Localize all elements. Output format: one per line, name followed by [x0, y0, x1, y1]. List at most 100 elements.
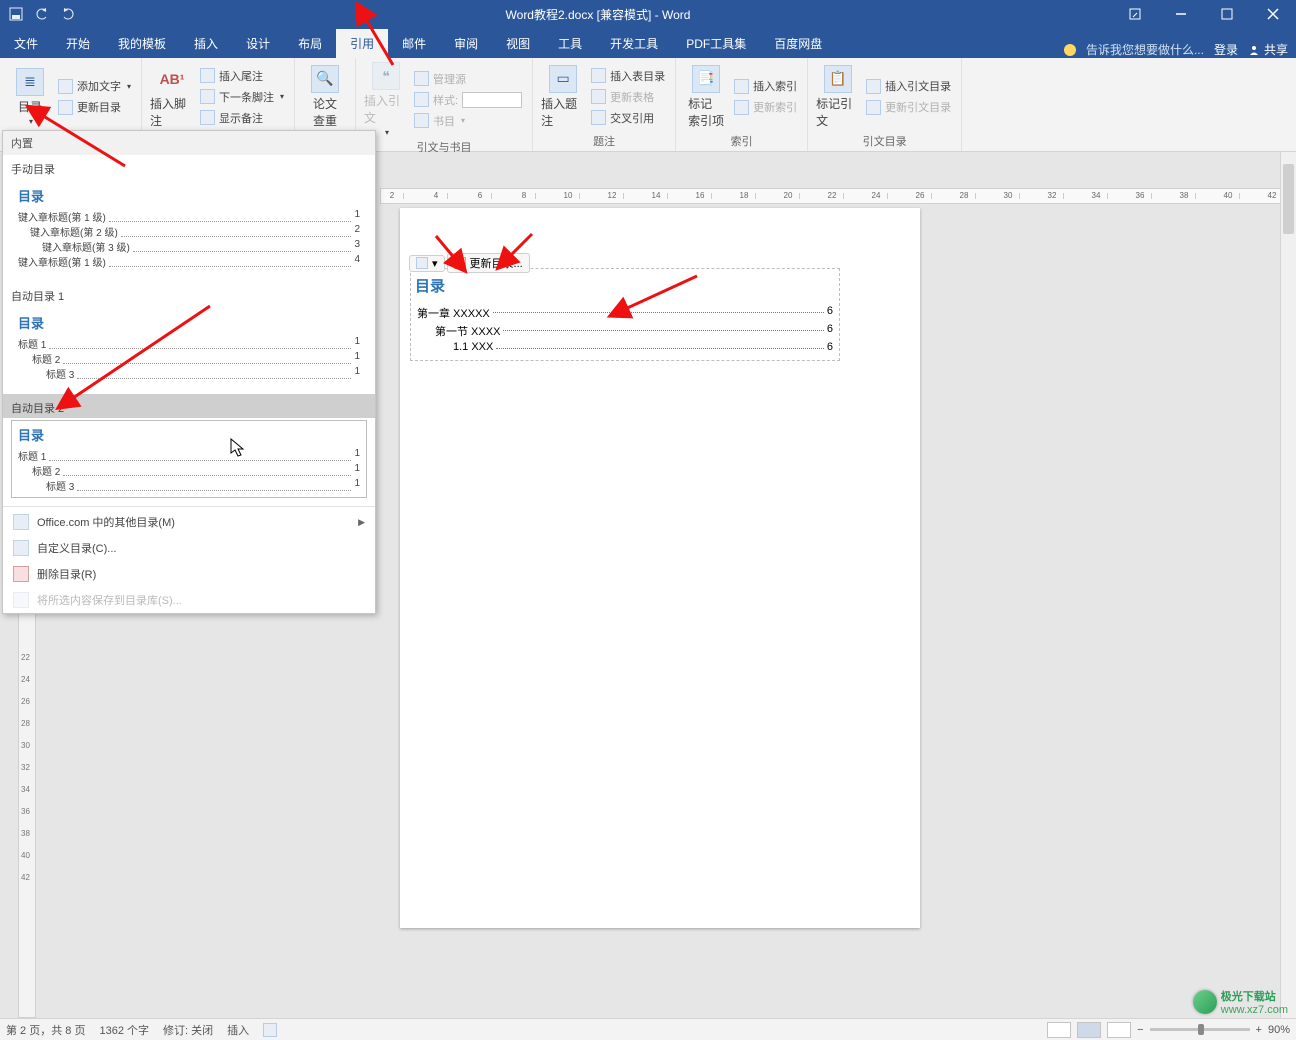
tab-home[interactable]: 开始: [52, 29, 104, 58]
view-read-button[interactable]: [1047, 1022, 1071, 1038]
window-title: Word教程2.docx [兼容模式] - Word: [84, 6, 1112, 23]
tab-references[interactable]: 引用: [336, 29, 388, 58]
tab-baidu[interactable]: 百度网盘: [760, 29, 836, 58]
save-icon[interactable]: [6, 4, 26, 24]
update-tof-button[interactable]: 更新表格: [589, 88, 667, 106]
preview-row: 键入章标题(第 3 级)3: [18, 239, 360, 254]
lookup-button[interactable]: 🔍论文 查重: [303, 62, 347, 131]
tab-templates[interactable]: 我的模板: [104, 29, 180, 58]
toc-button[interactable]: ≣目录▾: [8, 62, 52, 131]
preview-row: 标题 21: [18, 351, 360, 366]
zoom-slider[interactable]: [1150, 1028, 1250, 1031]
add-text-button[interactable]: 添加文字▾: [56, 77, 133, 95]
ins-toa-icon: [866, 79, 881, 94]
horizontal-ruler[interactable]: 24681012141618202224262830323436384042: [380, 188, 1290, 204]
tab-review[interactable]: 审阅: [440, 29, 492, 58]
insert-footnote-button[interactable]: AB¹插入脚注: [150, 62, 194, 131]
status-track[interactable]: 修订: 关闭: [163, 1022, 213, 1038]
insert-toa-button[interactable]: 插入引文目录: [864, 77, 953, 95]
tab-tools[interactable]: 工具: [544, 29, 596, 58]
tab-design[interactable]: 设计: [232, 29, 284, 58]
login-link[interactable]: 登录: [1214, 41, 1238, 58]
toc-field[interactable]: ▾ 更新目录... 目录 第一章 XXXXX6第一节 XXXX61.1 XXX6: [410, 268, 840, 361]
next-footnote-icon: [200, 89, 215, 104]
option-auto2[interactable]: 自动目录 2: [3, 394, 375, 418]
maximize-icon[interactable]: [1204, 0, 1250, 28]
tell-me-input[interactable]: 告诉我您想要做什么...: [1086, 41, 1204, 58]
toc-handle-button[interactable]: ▾: [409, 255, 445, 272]
crossref-button[interactable]: 交叉引用: [589, 109, 667, 127]
toc-gallery: 内置 手动目录 目录 键入章标题(第 1 级)1键入章标题(第 2 级)2键入章…: [2, 130, 376, 614]
close-icon[interactable]: [1250, 0, 1296, 28]
update-toc-field-button[interactable]: 更新目录...: [447, 253, 530, 273]
ribbon-tabs: 文件 开始 我的模板 插入 设计 布局 引用 邮件 审阅 视图 工具 开发工具 …: [0, 28, 1296, 58]
markcit-icon: 📋: [824, 65, 852, 93]
manage-sources-button[interactable]: 管理源: [412, 70, 524, 88]
upd-index-icon: [734, 100, 749, 115]
undo-icon[interactable]: [32, 4, 52, 24]
group-caption: ▭插入题注 插入表目录 更新表格 交叉引用 题注: [533, 58, 676, 151]
insert-tof-button[interactable]: 插入表目录: [589, 67, 667, 85]
mark-citation-button[interactable]: 📋标记引文: [816, 62, 860, 131]
watermark-logo-icon: [1193, 990, 1217, 1014]
tab-pdf[interactable]: PDF工具集: [672, 29, 760, 58]
update-toc-button[interactable]: 更新目录: [56, 98, 133, 116]
status-words[interactable]: 1362 个字: [99, 1022, 149, 1038]
menu-more-office[interactable]: Office.com 中的其他目录(M)▶: [3, 509, 375, 535]
view-print-button[interactable]: [1077, 1022, 1101, 1038]
ribbon-options-icon[interactable]: [1112, 0, 1158, 28]
update-index-button[interactable]: 更新索引: [732, 98, 799, 116]
watermark: 极光下载站 www.xz7.com: [1193, 988, 1288, 1016]
style-button[interactable]: 样式:: [412, 91, 524, 109]
save-gallery-icon: [13, 592, 29, 608]
insert-index-button[interactable]: 插入索引: [732, 77, 799, 95]
group-authorities: 📋标记引文 插入引文目录 更新引文目录 引文目录: [808, 58, 962, 151]
status-mode[interactable]: 插入: [227, 1022, 249, 1038]
toc-row[interactable]: 第一章 XXXXX6: [411, 304, 839, 322]
menu-remove-toc[interactable]: 删除目录(R): [3, 561, 375, 587]
insert-caption-button[interactable]: ▭插入题注: [541, 62, 585, 131]
show-notes-button[interactable]: 显示备注: [198, 109, 286, 127]
update-tof-icon: [591, 89, 606, 104]
style-select[interactable]: [462, 92, 522, 108]
preview-auto1[interactable]: 目录 标题 11标题 21标题 31: [11, 308, 367, 386]
vertical-scrollbar[interactable]: [1280, 152, 1296, 1018]
update-icon: [58, 100, 73, 115]
zoom-in-button[interactable]: +: [1256, 1024, 1262, 1036]
next-footnote-button[interactable]: 下一条脚注▾: [198, 88, 286, 106]
upd-toa-icon: [866, 100, 881, 115]
toc-field-title: 目录: [415, 275, 835, 296]
update-toa-button[interactable]: 更新引文目录: [864, 98, 953, 116]
tab-file[interactable]: 文件: [0, 29, 52, 58]
insert-endnote-button[interactable]: 插入尾注: [198, 67, 286, 85]
share-button[interactable]: 共享: [1248, 41, 1288, 58]
menu-custom-toc[interactable]: 自定义目录(C)...: [3, 535, 375, 561]
tab-view[interactable]: 视图: [492, 29, 544, 58]
status-page[interactable]: 第 2 页，共 8 页: [6, 1022, 85, 1038]
zoom-out-button[interactable]: −: [1137, 1024, 1143, 1036]
preview-row: 键入章标题(第 2 级)2: [18, 224, 360, 239]
group-index: 📑标记 索引项 插入索引 更新索引 索引: [676, 58, 808, 151]
tab-layout[interactable]: 布局: [284, 29, 336, 58]
macro-icon[interactable]: [263, 1023, 277, 1037]
tab-mail[interactable]: 邮件: [388, 29, 440, 58]
page[interactable]: ▾ 更新目录... 目录 第一章 XXXXX6第一节 XXXX61.1 XXX6: [400, 208, 920, 928]
tab-dev[interactable]: 开发工具: [596, 29, 672, 58]
zoom-value[interactable]: 90%: [1268, 1024, 1290, 1036]
mark-index-button[interactable]: 📑标记 索引项: [684, 62, 728, 131]
scroll-thumb[interactable]: [1283, 164, 1294, 234]
view-web-button[interactable]: [1107, 1022, 1131, 1038]
tab-insert[interactable]: 插入: [180, 29, 232, 58]
redo-icon[interactable]: [58, 4, 78, 24]
tof-icon: [591, 68, 606, 83]
preview-manual[interactable]: 目录 键入章标题(第 1 级)1键入章标题(第 2 级)2键入章标题(第 3 级…: [11, 181, 367, 274]
toc-row[interactable]: 1.1 XXX6: [411, 340, 839, 354]
preview-auto2[interactable]: 目录 标题 11标题 21标题 31: [11, 420, 367, 498]
option-auto1[interactable]: 自动目录 1: [3, 282, 375, 306]
quick-access-toolbar: [0, 4, 84, 24]
option-manual[interactable]: 手动目录: [3, 155, 375, 179]
biblio-button[interactable]: 书目▾: [412, 112, 524, 130]
minimize-icon[interactable]: [1158, 0, 1204, 28]
insert-citation-button[interactable]: ❝插入引文▾: [364, 62, 408, 137]
toc-row[interactable]: 第一节 XXXX6: [411, 322, 839, 340]
